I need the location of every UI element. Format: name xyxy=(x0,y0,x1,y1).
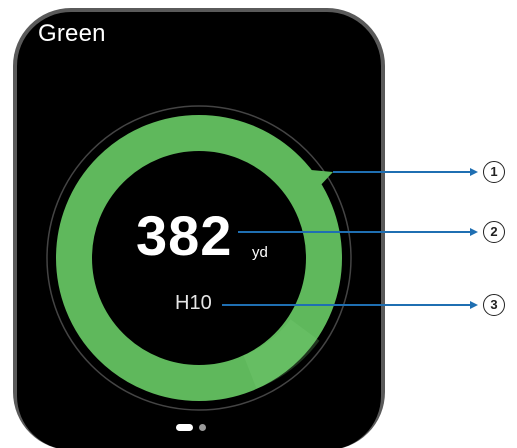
callout-number-1: 1 xyxy=(483,161,505,183)
callout-arrow-2-icon xyxy=(470,228,478,236)
manual-illustration: Green 8:10 382 yd H10 1 2 3 xyxy=(0,0,517,448)
page-dot xyxy=(199,424,206,431)
callout-number-3: 3 xyxy=(483,294,505,316)
distance-value: 382 xyxy=(136,204,233,267)
callout-arrow-3-icon xyxy=(470,301,478,309)
distance-unit: yd xyxy=(252,244,268,261)
callout-arrow-1-icon xyxy=(470,168,478,176)
hole-number: H10 xyxy=(175,292,212,314)
page-indicator xyxy=(176,422,216,432)
distance-ring-graphic xyxy=(46,105,478,411)
callout-number-2: 2 xyxy=(483,221,505,243)
ring-highlight xyxy=(242,318,320,389)
page-dot-active xyxy=(176,424,193,431)
